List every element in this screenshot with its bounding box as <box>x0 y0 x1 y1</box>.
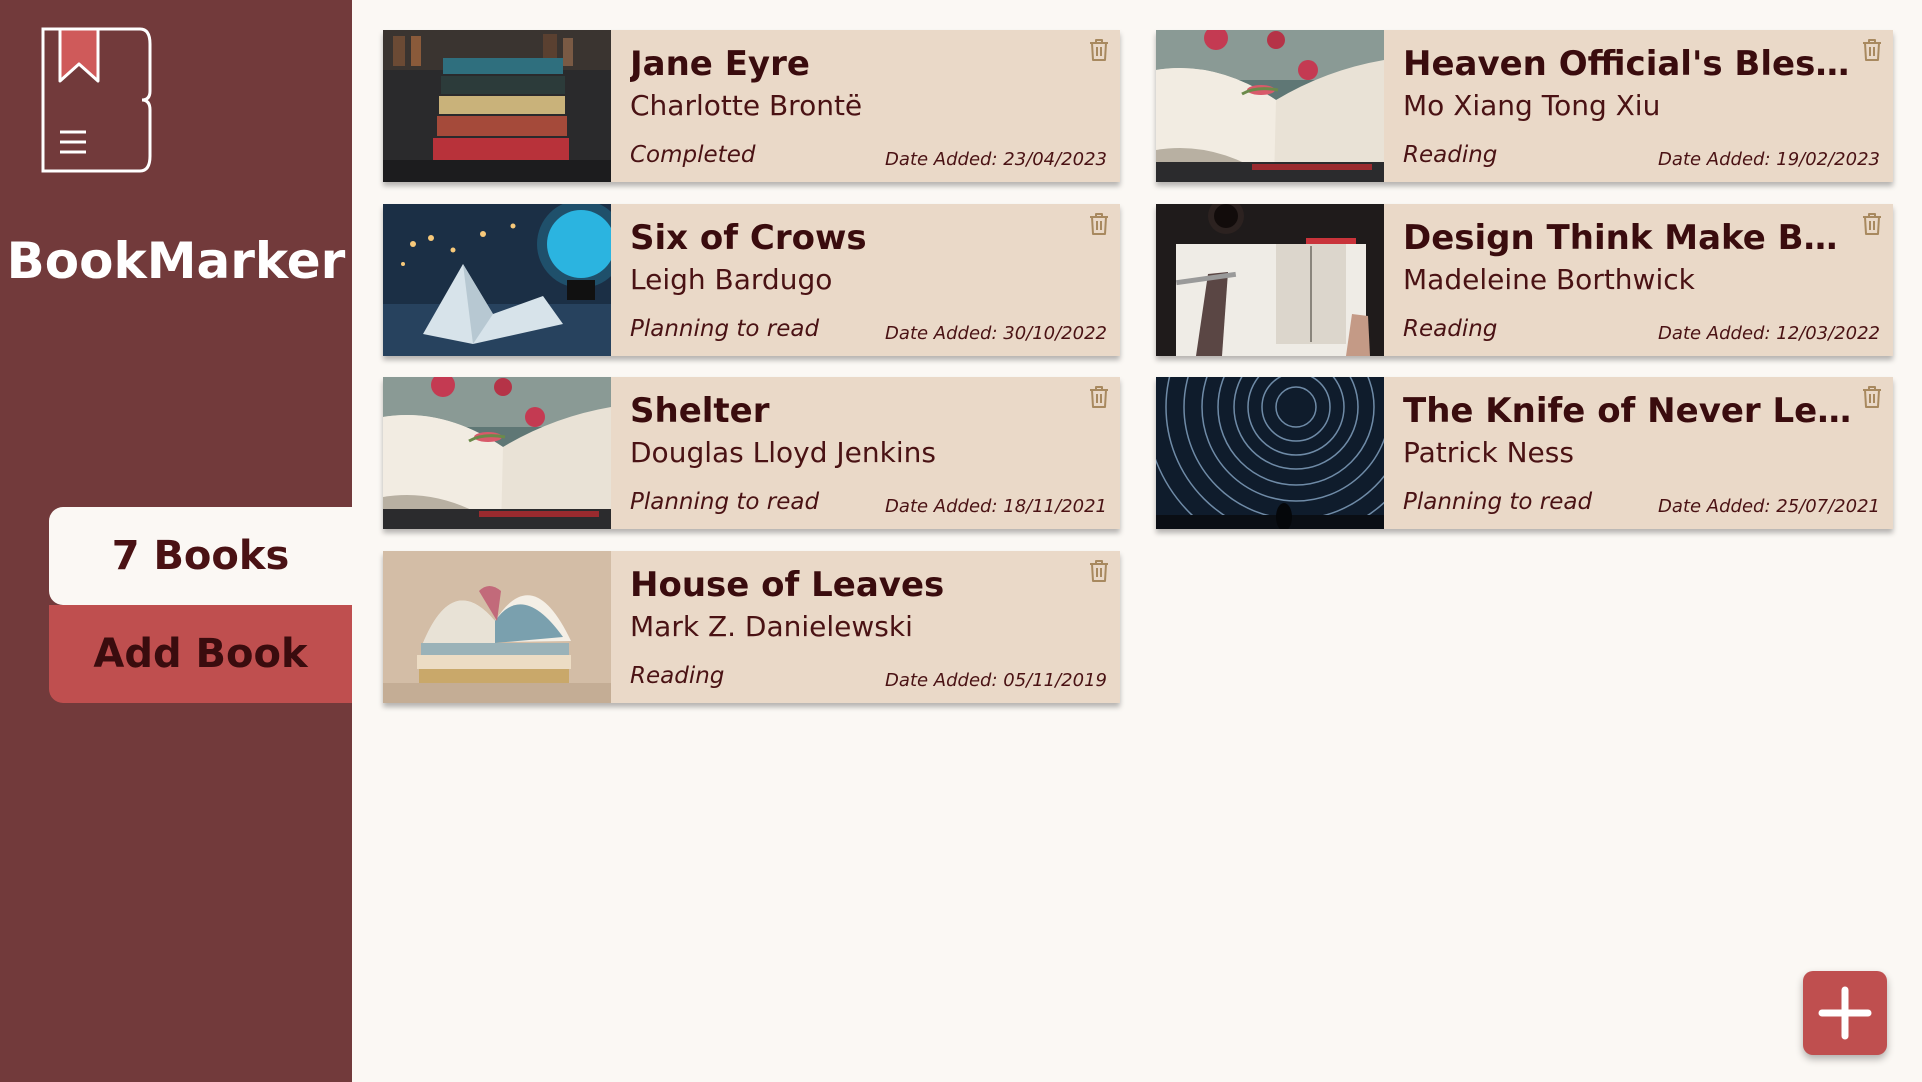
book-status: Planning to read <box>1403 489 1593 515</box>
book-title: Shelter <box>630 391 770 431</box>
book-author: Leigh Bardugo <box>630 263 833 296</box>
trash-icon[interactable] <box>1861 212 1883 236</box>
book-cover-hands-with-book <box>1156 204 1384 356</box>
book-date-added: Date Added: 30/10/2022 <box>885 323 1107 344</box>
book-date-added: Date Added: 12/03/2022 <box>1658 323 1880 344</box>
book-status: Reading <box>1403 316 1498 342</box>
book-cover-moon-lamp <box>383 204 611 356</box>
book-date-added: Date Added: 19/02/2023 <box>1658 149 1880 170</box>
book-author: Charlotte Brontë <box>630 89 863 122</box>
book-cover-open-book-flowers <box>1156 30 1384 182</box>
book-status: Planning to read <box>630 316 820 342</box>
book-title: Jane Eyre <box>630 44 810 84</box>
book-card[interactable]: Six of Crows Leigh Bardugo Planning to r… <box>383 204 1120 356</box>
book-card[interactable]: Heaven Official's Blessing Mo Xiang Tong… <box>1156 30 1893 182</box>
book-card[interactable]: The Knife of Never Lettin... Patrick Nes… <box>1156 377 1893 529</box>
book-card[interactable]: Design Think Make Break... Madeleine Bor… <box>1156 204 1893 356</box>
book-cover-open-book-on-stack <box>383 551 611 703</box>
book-title: Six of Crows <box>630 218 867 258</box>
add-book-button[interactable]: Add Book <box>49 605 352 703</box>
trash-icon[interactable] <box>1861 38 1883 62</box>
trash-icon[interactable] <box>1088 385 1110 409</box>
book-author: Douglas Lloyd Jenkins <box>630 436 936 469</box>
book-author: Mark Z. Danielewski <box>630 610 913 643</box>
book-count-label: 7 Books <box>49 507 352 605</box>
sidebar: BookMarker 7 Books Add Book <box>0 0 352 1082</box>
trash-icon[interactable] <box>1088 38 1110 62</box>
book-status: Reading <box>1403 142 1498 168</box>
book-date-added: Date Added: 25/07/2021 <box>1658 496 1880 517</box>
book-author: Mo Xiang Tong Xiu <box>1403 89 1661 122</box>
book-author: Patrick Ness <box>1403 436 1574 469</box>
book-cover-star-trails <box>1156 377 1384 529</box>
trash-icon[interactable] <box>1088 559 1110 583</box>
book-card[interactable]: House of Leaves Mark Z. Danielewski Read… <box>383 551 1120 703</box>
book-status: Reading <box>630 663 725 689</box>
book-card[interactable]: Jane Eyre Charlotte Brontë Completed Dat… <box>383 30 1120 182</box>
book-status: Planning to read <box>630 489 820 515</box>
trash-icon[interactable] <box>1088 212 1110 236</box>
bookmark-book-logo-icon <box>41 27 152 173</box>
app-title: BookMarker <box>6 232 346 290</box>
book-title: The Knife of Never Lettin... <box>1403 391 1853 431</box>
trash-icon[interactable] <box>1861 385 1883 409</box>
book-status: Completed <box>630 142 756 168</box>
book-date-added: Date Added: 18/11/2021 <box>885 496 1107 517</box>
book-cover-open-book-flowers <box>383 377 611 529</box>
book-title: Design Think Make Break... <box>1403 218 1853 258</box>
book-author: Madeleine Borthwick <box>1403 263 1695 296</box>
book-date-added: Date Added: 23/04/2023 <box>885 149 1107 170</box>
book-card[interactable]: Shelter Douglas Lloyd Jenkins Planning t… <box>383 377 1120 529</box>
book-title: Heaven Official's Blessing <box>1403 44 1853 84</box>
add-book-fab[interactable] <box>1803 971 1887 1055</box>
book-cover-stack-of-books <box>383 30 611 182</box>
book-title: House of Leaves <box>630 565 945 605</box>
book-date-added: Date Added: 05/11/2019 <box>885 670 1107 691</box>
plus-icon <box>1818 986 1872 1040</box>
